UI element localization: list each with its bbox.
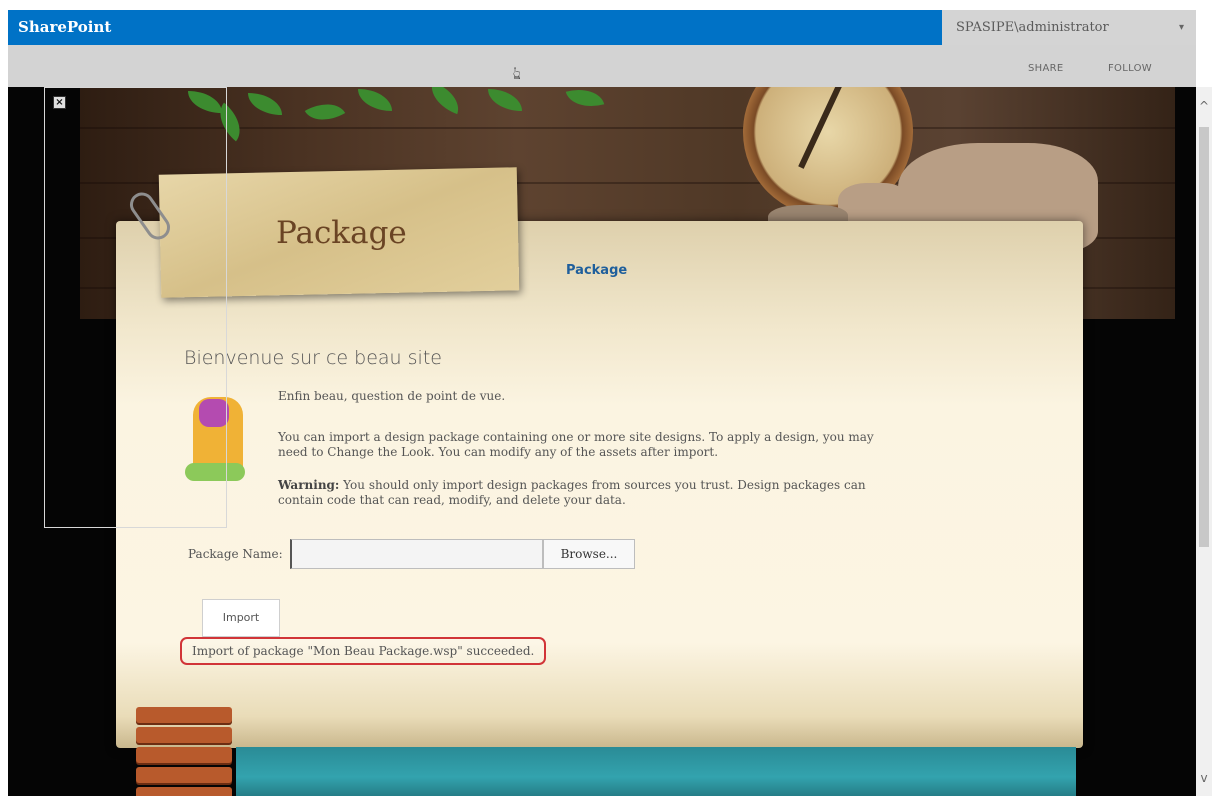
description-text: You can import a design package containi…	[278, 430, 874, 459]
import-status-message: Import of package "Mon Beau Package.wsp"…	[180, 637, 547, 665]
warning-body: You should only import design packages f…	[278, 478, 866, 507]
chevron-down-icon[interactable]: v	[1196, 771, 1212, 785]
import-button[interactable]: Import	[202, 599, 280, 637]
water-decoration	[236, 747, 1076, 796]
follow-link[interactable]: FOLLOW	[1108, 45, 1152, 93]
scrollbar-thumb[interactable]	[1199, 127, 1209, 547]
site-title[interactable]: Package	[276, 215, 407, 251]
ribbon-bar: SHARE FOLLOW 👆︎	[8, 45, 1196, 87]
browse-button[interactable]: Browse...	[543, 539, 635, 569]
overlay-panel	[44, 87, 227, 528]
user-menu[interactable]: SPASIPE\administrator ▾	[942, 10, 1196, 45]
nav-item-package[interactable]: Package	[566, 263, 627, 278]
warning-label: Warning:	[278, 478, 340, 492]
package-name-input[interactable]	[290, 539, 543, 569]
warning-text: Warning: You should only import design p…	[278, 478, 898, 508]
close-icon[interactable]: ×	[53, 96, 66, 109]
intro-text: Enfin beau, question de point de vue.	[278, 389, 506, 403]
share-link[interactable]: SHARE	[1028, 45, 1063, 93]
mouse-pointer-icon: 👆︎	[513, 63, 521, 84]
sharepoint-brand-link[interactable]: SharePoint	[18, 10, 111, 45]
stairs-decoration	[136, 707, 236, 796]
chevron-up-icon[interactable]: ^	[1196, 99, 1212, 113]
page-canvas: Package Package Bienvenue sur ce beau si…	[8, 87, 1196, 796]
package-name-label: Package Name:	[188, 547, 283, 561]
chevron-down-icon: ▾	[1178, 22, 1184, 33]
user-name: SPASIPE\administrator	[956, 20, 1109, 35]
vertical-scrollbar[interactable]: ^ v	[1196, 87, 1212, 796]
suite-bar: SharePoint SPASIPE\administrator ▾	[8, 10, 1196, 45]
